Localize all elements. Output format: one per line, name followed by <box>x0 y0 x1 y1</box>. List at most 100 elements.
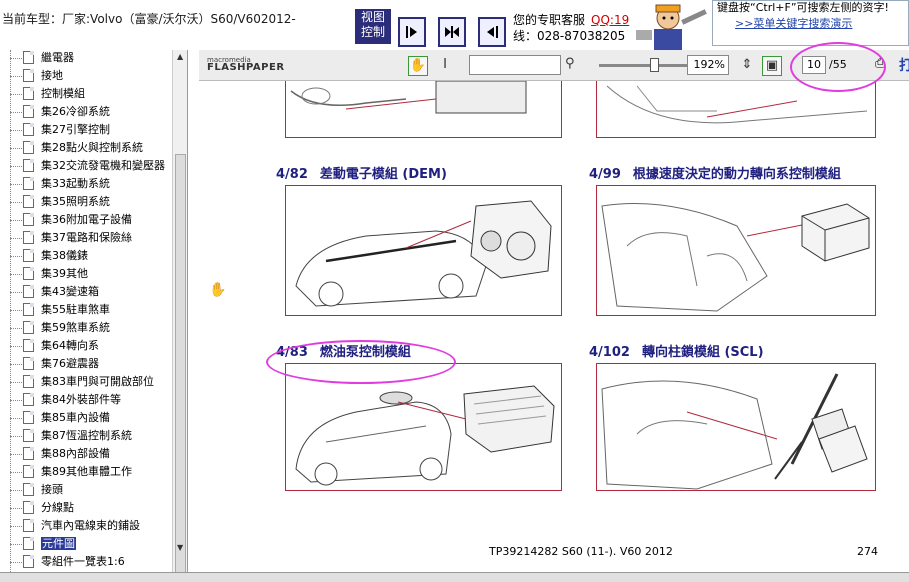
document-icon <box>23 195 34 208</box>
tree-item[interactable]: 分線點 <box>0 499 172 517</box>
search-tip-text: 键盘按“Ctrl+F”可搜索左侧的资字! <box>717 1 889 14</box>
split-arrows-icon <box>445 26 459 38</box>
tree-connector <box>10 508 22 509</box>
service-info: 您的专职客服 QQ:19 线：028-87038205 <box>513 12 629 44</box>
tree-item[interactable]: 集88內部設備 <box>0 445 172 463</box>
document-icon <box>23 555 34 568</box>
annotation-ellipse-fuel-pump <box>266 340 456 384</box>
document-icon <box>23 51 34 64</box>
section-heading-4-102: 4/102 轉向柱鎖模組 (SCL) <box>589 345 764 360</box>
next-page-button[interactable] <box>478 17 506 47</box>
tree-item[interactable]: 集35照明系統 <box>0 193 172 211</box>
document-icon <box>23 267 34 280</box>
diagram-panel-top-left <box>285 81 562 138</box>
view-control-label[interactable]: 视图 控制 <box>355 9 391 44</box>
tree-item[interactable]: 集33起動系統 <box>0 175 172 193</box>
tree-item[interactable]: 汽車內電線束的鋪設 <box>0 517 172 535</box>
document-icon <box>23 303 34 316</box>
tree-item[interactable]: 集37電路和保險絲 <box>0 229 172 247</box>
document-page: 4/82 差動電子模組 (DEM) 4/99 根據速度決定的動力轉向系控制模組 4/… <box>199 81 909 574</box>
tree-connector <box>10 130 22 131</box>
tree-item-label: 零組件一覽表1:6 <box>41 555 125 568</box>
service-label: 您的专职客服 <box>513 13 586 27</box>
text-select-button[interactable]: I <box>435 56 455 76</box>
zoom-field[interactable]: 192% <box>687 55 729 75</box>
text-cursor-icon: I <box>443 57 447 72</box>
hand-tool-button[interactable]: ✋ <box>408 56 428 76</box>
tree-item-label: 集85車內設備 <box>41 411 110 424</box>
tree-connector <box>10 418 22 419</box>
search-input[interactable] <box>469 55 561 75</box>
tree-item-label: 集39其他 <box>41 267 88 280</box>
tree-item[interactable]: 接頭 <box>0 481 172 499</box>
document-icon <box>23 393 34 406</box>
mechanic-mascot-icon <box>636 4 707 50</box>
tree-item[interactable]: 集83車門與可開啟部位 <box>0 373 172 391</box>
tree-connector <box>10 292 22 293</box>
tree-item[interactable]: 集38儀錶 <box>0 247 172 265</box>
tree-item-label: 繼電器 <box>41 51 74 64</box>
document-icon <box>23 159 34 172</box>
fit-width-button[interactable]: ⇕ <box>737 56 757 76</box>
tree-item[interactable]: 集59煞車系統 <box>0 319 172 337</box>
tree-item[interactable]: 集85車內設備 <box>0 409 172 427</box>
tree-connector <box>10 346 22 347</box>
arrow-right-icon <box>406 26 417 38</box>
scroll-up-icon[interactable]: ▲ <box>177 52 183 61</box>
tree-connector <box>10 544 22 545</box>
tree-item[interactable]: 接地 <box>0 67 172 85</box>
print-label[interactable]: 打 <box>899 55 909 75</box>
zoom-slider-knob[interactable] <box>650 58 659 72</box>
tree-item[interactable]: 集32交流發電機和變壓器 <box>0 157 172 175</box>
tree-connector <box>10 310 22 311</box>
tree-item[interactable]: 集87恆溫控制系統 <box>0 427 172 445</box>
scroll-down-icon[interactable]: ▼ <box>177 543 183 552</box>
document-icon <box>23 285 34 298</box>
fit-page-view-button[interactable]: ▣ <box>762 56 782 76</box>
tree-item[interactable]: 集36附加電子設備 <box>0 211 172 229</box>
tree-item[interactable]: 集89其他車體工作 <box>0 463 172 481</box>
fit-page-button[interactable] <box>438 17 466 47</box>
tree-connector <box>10 238 22 239</box>
tree-item[interactable]: 零組件一覽表1:6 <box>0 553 172 571</box>
tree-item[interactable]: 繼電器 <box>0 50 172 67</box>
document-icon <box>23 519 34 532</box>
top-banner: 当前车型：厂家:Volvo（富豪/沃尔沃）S60/V602012- 视图 控制 … <box>0 0 909 50</box>
tree-item[interactable]: 集84外裝部件等 <box>0 391 172 409</box>
scrollbar-thumb[interactable] <box>175 154 186 572</box>
dem-module-illustration <box>295 200 552 307</box>
tree-item[interactable]: 控制模組 <box>0 85 172 103</box>
tree-item[interactable]: 集26冷卻系統 <box>0 103 172 121</box>
tree-item[interactable]: 集39其他 <box>0 265 172 283</box>
tree-connector <box>10 526 22 527</box>
tree-item[interactable]: 集64轉向系 <box>0 337 172 355</box>
tree-scrollbar[interactable]: ▲ ▼ <box>172 50 187 572</box>
fit-page-icon: ▣ <box>765 58 779 73</box>
tree-item-label: 集35照明系統 <box>41 195 110 208</box>
tree-item-label: 集27引擎控制 <box>41 123 110 136</box>
tree-item[interactable]: 集55駐車煞車 <box>0 301 172 319</box>
qq-link[interactable]: QQ:19 <box>591 13 629 27</box>
prev-page-button[interactable] <box>398 17 426 47</box>
tree-item[interactable]: 集27引擎控制 <box>0 121 172 139</box>
tree-connector <box>10 274 22 275</box>
tree-item[interactable]: 集43變速箱 <box>0 283 172 301</box>
catalog-tree: 繼電器接地控制模組 集26冷卻系統集27引擎控制集28點火與控制系統集32交流發電… <box>0 50 172 571</box>
search-icon[interactable]: ⚲ <box>565 56 575 71</box>
tree-item-label: 接地 <box>41 69 63 82</box>
diagram-panel-dem <box>285 185 562 316</box>
tree-item-label: 集83車門與可開啟部位 <box>41 375 154 388</box>
view-control-line2: 控制 <box>360 25 385 39</box>
tree-item-label: 集84外裝部件等 <box>41 393 121 406</box>
tree-connector <box>10 202 22 203</box>
tree-item[interactable]: 集76避震器 <box>0 355 172 373</box>
tree-item[interactable]: 元件圖 <box>0 535 172 553</box>
tree-item[interactable]: 集28點火與控制系統 <box>0 139 172 157</box>
tree-connector <box>10 94 22 95</box>
document-icon <box>23 501 34 514</box>
bottom-scrollbar[interactable] <box>0 572 909 582</box>
keyword-search-demo-link[interactable]: >>菜单关键字搜索演示 <box>735 17 904 31</box>
tree-item-label: 集32交流發電機和變壓器 <box>41 159 165 172</box>
tree-connector <box>10 184 22 185</box>
zoom-slider[interactable] <box>599 58 687 72</box>
